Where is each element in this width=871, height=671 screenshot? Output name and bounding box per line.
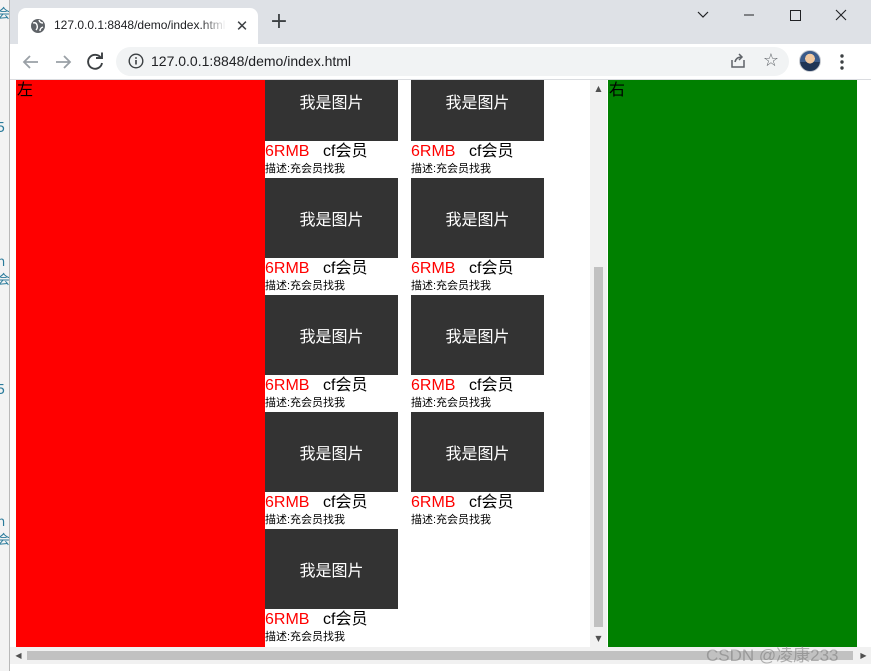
address-bar[interactable]: 127.0.0.1:8848/demo/index.html ☆: [116, 47, 789, 76]
product-name: cf会员: [323, 143, 368, 160]
left-column-label: 左: [17, 82, 34, 99]
left-column: 左: [16, 80, 265, 647]
product-name: cf会员: [469, 494, 514, 511]
product-card[interactable]: 我是图片 6RMB cf会员描述:充会员找我: [265, 295, 398, 412]
new-tab-button[interactable]: +: [267, 11, 291, 35]
product-description: 描述:充会员找我: [265, 280, 346, 292]
product-price: 6RMB: [265, 611, 310, 628]
background-text: n: [0, 255, 6, 270]
product-image: 我是图片: [265, 412, 398, 492]
product-name: cf会员: [323, 611, 368, 628]
product-card[interactable]: 我是图片 6RMB cf会员描述:充会员找我: [265, 80, 398, 178]
product-description: 描述:充会员找我: [265, 631, 346, 643]
vertical-scrollbar[interactable]: ▲ ▼: [590, 80, 607, 647]
product-description: 描述:充会员找我: [265, 163, 346, 175]
reload-icon[interactable]: [83, 50, 107, 74]
browser-toolbar: 127.0.0.1:8848/demo/index.html ☆: [10, 44, 871, 80]
watermark: CSDN @凌康233: [706, 646, 839, 665]
product-description: 描述:充会员找我: [265, 397, 346, 409]
product-name: cf会员: [469, 260, 514, 277]
forward-arrow-icon[interactable]: [51, 50, 75, 74]
browser-window: 127.0.0.1:8848/demo/index.html ✕ + 127.0…: [9, 0, 871, 671]
product-name: cf会员: [323, 494, 368, 511]
product-card[interactable]: 我是图片 6RMB cf会员描述:充会员找我: [265, 529, 398, 646]
right-column: 右: [608, 80, 857, 647]
star-icon[interactable]: ☆: [761, 51, 781, 71]
product-price: 6RMB: [265, 260, 310, 277]
background-text: 5: [0, 383, 6, 398]
maximize-icon[interactable]: [772, 0, 818, 30]
more-vert-icon[interactable]: [832, 52, 852, 72]
product-price: 6RMB: [411, 143, 456, 160]
product-description: 描述:充会员找我: [411, 514, 492, 526]
background-text: 5: [0, 121, 6, 136]
background-text: n: [0, 515, 6, 530]
product-description: 描述:充会员找我: [265, 514, 346, 526]
product-name: cf会员: [323, 377, 368, 394]
tab-search-icon[interactable]: [680, 0, 726, 30]
product-price: 6RMB: [265, 494, 310, 511]
back-arrow-icon[interactable]: [19, 50, 43, 74]
tab-title: 127.0.0.1:8848/demo/index.html: [54, 18, 226, 32]
scroll-right-icon[interactable]: ▶: [855, 647, 871, 664]
globe-icon: [31, 19, 45, 33]
product-card[interactable]: 我是图片 6RMB cf会员描述:充会员找我: [265, 412, 398, 529]
right-column-label: 右: [609, 82, 626, 99]
background-window-edge: 会 5 n 会 5 n 会: [0, 0, 10, 671]
tab-strip: 127.0.0.1:8848/demo/index.html ✕ +: [10, 0, 871, 44]
product-image: 我是图片: [411, 178, 544, 258]
tab-close-icon[interactable]: ✕: [232, 16, 252, 36]
product-price: 6RMB: [411, 377, 456, 394]
info-icon[interactable]: [128, 53, 144, 69]
scroll-up-icon[interactable]: ▲: [590, 80, 607, 97]
product-price: 6RMB: [411, 260, 456, 277]
product-card[interactable]: 我是图片 6RMB cf会员描述:充会员找我: [265, 178, 398, 295]
active-tab[interactable]: 127.0.0.1:8848/demo/index.html ✕: [18, 8, 258, 44]
product-image: 我是图片: [265, 295, 398, 375]
url-text[interactable]: 127.0.0.1:8848/demo/index.html: [151, 53, 351, 69]
product-name: cf会员: [323, 260, 368, 277]
scroll-down-icon[interactable]: ▼: [590, 630, 607, 647]
minimize-icon[interactable]: [726, 0, 772, 30]
middle-column[interactable]: 我是图片 6RMB cf会员 描述:充会员找我 我是图片 6RMB cf会员 描述:充会员找我…: [265, 80, 608, 647]
product-name: cf会员: [469, 143, 514, 160]
page-viewport: 左 我是图片 6RMB cf会员 描述:充会员找我 我是图片 6RMB cf会员 描述:充会员…: [10, 80, 871, 647]
product-card[interactable]: 我是图片 6RMB cf会员描述:充会员找我: [411, 178, 544, 295]
product-card[interactable]: 我是图片 6RMB cf会员描述:充会员找我: [411, 295, 544, 412]
scrollbar-thumb[interactable]: [594, 267, 603, 627]
product-image: 我是图片: [411, 412, 544, 492]
product-price: 6RMB: [265, 143, 310, 160]
product-image: 我是图片: [411, 295, 544, 375]
product-image: 我是图片: [265, 178, 398, 258]
scroll-left-icon[interactable]: ◀: [10, 647, 27, 664]
product-description: 描述:充会员找我: [411, 397, 492, 409]
product-card[interactable]: 我是图片 6RMB cf会员描述:充会员找我: [411, 80, 544, 178]
product-image: 我是图片: [265, 529, 398, 609]
close-icon[interactable]: [818, 0, 864, 30]
product-image: 我是图片: [265, 80, 398, 141]
product-description: 描述:充会员找我: [411, 280, 492, 292]
product-price: 6RMB: [265, 377, 310, 394]
avatar[interactable]: [799, 50, 821, 72]
product-image: 我是图片: [411, 80, 544, 141]
product-description: 描述:充会员找我: [411, 163, 492, 175]
product-price: 6RMB: [411, 494, 456, 511]
product-card[interactable]: 我是图片 6RMB cf会员描述:充会员找我: [411, 412, 544, 529]
share-icon[interactable]: [729, 52, 747, 70]
product-name: cf会员: [469, 377, 514, 394]
